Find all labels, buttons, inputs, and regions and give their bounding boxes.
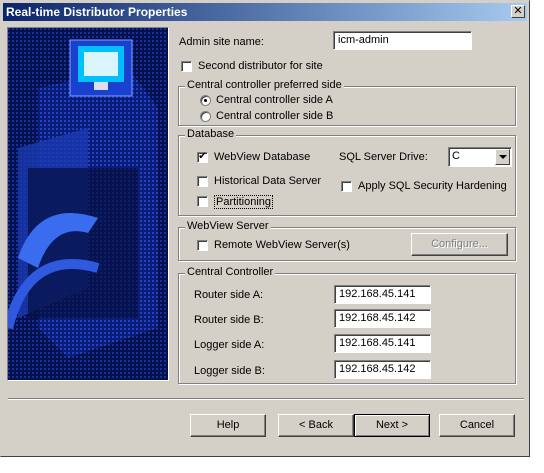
historical-data-label: Historical Data Server (214, 175, 321, 187)
next-button[interactable]: Next > (354, 414, 430, 437)
database-title: Database (185, 128, 237, 140)
wizard-illustration (7, 27, 169, 381)
central-controller-title: Central Controller (185, 266, 276, 278)
sql-drive-value: C (452, 150, 460, 162)
partitioning-label: Partitioning (214, 195, 274, 209)
partitioning-checkbox[interactable] (197, 196, 208, 207)
cancel-button[interactable]: Cancel (439, 414, 515, 437)
remote-webview-checkbox[interactable] (197, 240, 208, 251)
second-distributor-label: Second distributor for site (198, 60, 323, 72)
second-distributor-checkbox[interactable] (181, 61, 192, 72)
admin-site-input[interactable]: icm-admin (333, 31, 472, 50)
router-a-label: Router side A: (194, 289, 264, 301)
radio-side-b-label: Central controller side B (216, 110, 334, 122)
logger-a-label: Logger side A: (194, 339, 265, 351)
webview-database-checkbox[interactable]: ✔ (197, 152, 208, 163)
radio-side-b[interactable] (200, 111, 211, 122)
logger-b-input[interactable]: 192.168.45.142 (334, 360, 431, 379)
chevron-down-icon[interactable] (495, 149, 510, 165)
help-button[interactable]: Help (190, 414, 266, 437)
sql-drive-select[interactable]: C (448, 147, 512, 167)
radio-side-a-label: Central controller side A (216, 94, 333, 106)
logger-a-input[interactable]: 192.168.45.141 (334, 334, 431, 353)
check-icon: ✔ (198, 151, 207, 162)
webview-database-label: WebView Database (214, 151, 311, 163)
historical-data-checkbox[interactable] (197, 176, 208, 187)
dialog-window: Real-time Distributor Properties ✕ Admin… (0, 0, 530, 457)
preferred-side-title: Central controller preferred side (185, 79, 344, 91)
back-button[interactable]: < Back (278, 414, 354, 437)
remote-webview-label: Remote WebView Server(s) (214, 239, 350, 251)
close-icon: ✕ (513, 5, 523, 17)
window-title: Real-time Distributor Properties (6, 5, 188, 19)
admin-site-label: Admin site name: (179, 36, 264, 48)
sql-hardening-checkbox[interactable] (341, 181, 352, 192)
router-b-input[interactable]: 192.168.45.142 (334, 309, 431, 328)
webview-server-title: WebView Server (185, 220, 271, 232)
sql-hardening-label: Apply SQL Security Hardening (358, 180, 507, 192)
configure-button[interactable]: Configure... (411, 233, 508, 256)
router-a-input[interactable]: 192.168.45.141 (334, 285, 431, 304)
logger-b-label: Logger side B: (194, 365, 265, 377)
title-bar[interactable]: Real-time Distributor Properties ✕ (3, 3, 527, 21)
sql-drive-label: SQL Server Drive: (339, 151, 428, 163)
radio-selected-dot (204, 99, 207, 102)
router-b-label: Router side B: (194, 314, 264, 326)
radio-side-a[interactable] (200, 95, 211, 106)
bottom-separator (8, 398, 524, 400)
close-button[interactable]: ✕ (511, 5, 525, 18)
computer-illustration-icon (8, 28, 168, 380)
